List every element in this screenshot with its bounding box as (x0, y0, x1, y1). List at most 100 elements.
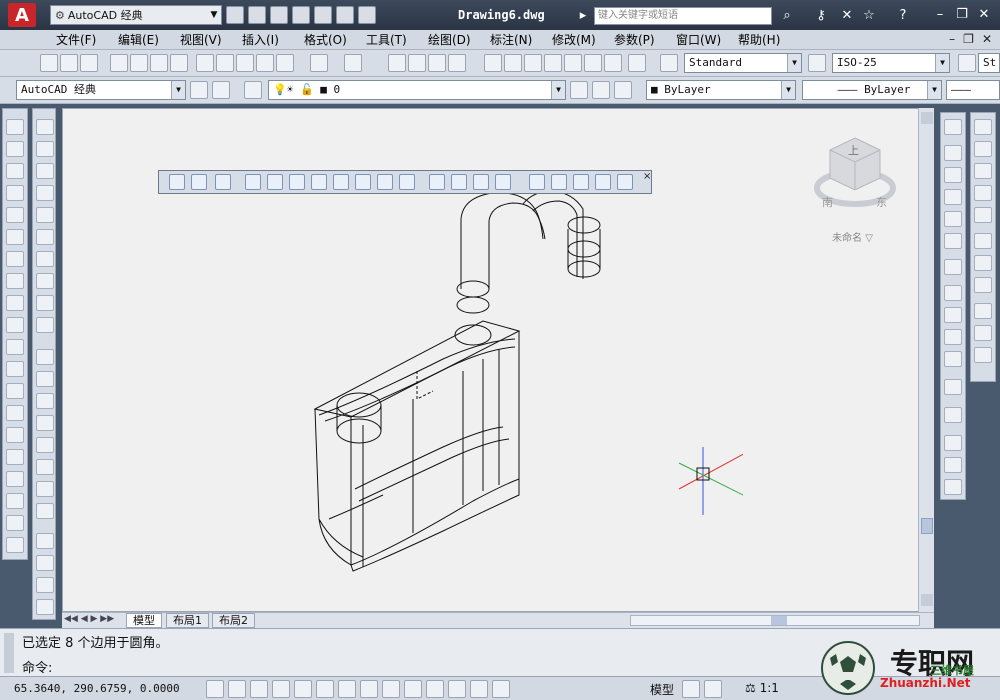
binoculars-icon[interactable]: ⌕ (778, 7, 796, 25)
viewcube[interactable]: 上 南 东 (810, 128, 900, 218)
search-toggle-icon[interactable]: ▸ (574, 7, 592, 25)
pyramid-icon[interactable] (36, 273, 54, 289)
3d-rotate-icon[interactable] (36, 555, 54, 571)
layer-state-icon[interactable] (614, 81, 632, 99)
doc-minimize-icon[interactable]: – (949, 32, 955, 46)
aligned-dim-icon[interactable] (974, 141, 992, 157)
polar-tracking-icon[interactable] (294, 680, 312, 698)
tab-layout2[interactable]: 布局2 (212, 613, 255, 628)
delete-faces-icon[interactable] (311, 174, 327, 190)
tool-palettes-icon[interactable] (524, 54, 542, 72)
text-style-select[interactable]: Standard ▼ (684, 53, 802, 73)
menu-dimension[interactable]: 标注(N) (490, 31, 552, 48)
extrude-faces-icon[interactable] (245, 174, 261, 190)
doc-restore-icon[interactable]: ❐ (963, 32, 974, 46)
help-search-input[interactable]: 键入关键字或短语 (594, 7, 772, 25)
zoom-previous-icon[interactable] (448, 54, 466, 72)
save-icon[interactable] (270, 6, 288, 24)
named-view-menu[interactable]: 未命名 ▽ (832, 229, 873, 244)
imprint-icon[interactable] (473, 174, 489, 190)
markup-icon[interactable] (564, 54, 582, 72)
application-menu-button[interactable]: A (0, 0, 44, 30)
match-properties-icon[interactable] (256, 54, 274, 72)
dynamic-input-icon[interactable] (404, 680, 422, 698)
separate-icon[interactable] (529, 174, 545, 190)
quick-view-layouts-icon[interactable] (682, 680, 700, 698)
quick-view-drawings-icon[interactable] (704, 680, 722, 698)
array-icon[interactable] (944, 211, 962, 227)
menu-insert[interactable]: 插入(I) (242, 31, 304, 48)
otrack-icon[interactable] (360, 680, 378, 698)
undo-icon[interactable] (314, 6, 332, 24)
region-icon[interactable] (6, 471, 24, 487)
rectangle-icon[interactable] (6, 207, 24, 223)
intersect-icon[interactable] (215, 174, 231, 190)
helix-icon[interactable] (36, 295, 54, 311)
grid-display-icon[interactable] (250, 680, 268, 698)
point-icon[interactable] (6, 405, 24, 421)
chamfer-icon[interactable] (944, 435, 962, 451)
menu-window[interactable]: 窗口(W) (676, 31, 738, 48)
design-center-icon[interactable] (504, 54, 522, 72)
restore-icon[interactable]: ❐ (952, 5, 972, 25)
rotate-icon[interactable] (944, 259, 962, 275)
fillet-icon[interactable] (944, 457, 962, 473)
layer-previous-icon[interactable] (592, 81, 610, 99)
transparency-icon[interactable] (448, 680, 466, 698)
break-icon[interactable] (944, 379, 962, 395)
cylinder-icon[interactable] (36, 229, 54, 245)
diameter-icon[interactable] (974, 255, 992, 271)
ellipse-arc-icon[interactable] (6, 339, 24, 355)
construction-line-icon[interactable] (6, 141, 24, 157)
copy-icon[interactable] (216, 54, 234, 72)
workspace-save-icon[interactable] (212, 81, 230, 99)
layer-select[interactable]: 💡☀ 🔓 ■ 0 ▼ (268, 80, 566, 100)
copy-edges-icon[interactable] (429, 174, 445, 190)
close-icon[interactable]: × (643, 171, 651, 182)
table-style-select[interactable]: St (978, 53, 1000, 73)
save-icon[interactable] (80, 54, 98, 72)
menu-file[interactable]: 文件(F) (56, 31, 118, 48)
radius-dim-icon[interactable] (974, 207, 992, 223)
planar-surface-icon[interactable] (36, 317, 54, 333)
union-icon[interactable] (36, 459, 54, 475)
offset-faces-icon[interactable] (289, 174, 305, 190)
subtract-icon[interactable] (36, 481, 54, 497)
pan-icon[interactable] (388, 54, 406, 72)
move-icon[interactable] (944, 233, 962, 249)
infer-constraints-icon[interactable] (206, 680, 224, 698)
save-as-icon[interactable] (292, 6, 310, 24)
3d-array-icon[interactable] (36, 599, 54, 615)
command-window-handle[interactable] (4, 633, 14, 673)
open-icon[interactable] (60, 54, 78, 72)
new-icon[interactable] (40, 54, 58, 72)
hatch-icon[interactable] (6, 427, 24, 443)
quickcalc-icon[interactable] (584, 54, 602, 72)
union-icon[interactable] (169, 174, 185, 190)
redo-icon[interactable] (336, 6, 354, 24)
menu-edit[interactable]: 编辑(E) (118, 31, 180, 48)
menu-modify[interactable]: 修改(M) (552, 31, 614, 48)
color-faces-icon[interactable] (399, 174, 415, 190)
menu-format[interactable]: 格式(O) (304, 31, 366, 48)
jogged-icon[interactable] (974, 233, 992, 249)
mtext-icon[interactable] (6, 515, 24, 531)
continue-icon[interactable] (974, 347, 992, 363)
workspace-select[interactable]: AutoCAD 经典 ▼ (16, 80, 186, 100)
extrude-icon[interactable] (36, 349, 54, 365)
dim-style-select[interactable]: ISO-25 ▼ (832, 53, 950, 73)
slice-icon[interactable] (595, 174, 611, 190)
menu-tools[interactable]: 工具(T) (366, 31, 428, 48)
tab-navigation-icon[interactable]: ◀◀ ◀ ▶ ▶▶ (64, 614, 122, 627)
scroll-thumb[interactable] (921, 518, 933, 534)
intersect-icon[interactable] (36, 503, 54, 519)
help-icon[interactable]: ? (894, 7, 912, 25)
3d-align-icon[interactable] (36, 577, 54, 593)
tab-layout1[interactable]: 布局1 (166, 613, 209, 628)
close-icon[interactable]: ✕ (974, 5, 994, 25)
angular-icon[interactable] (974, 277, 992, 293)
trim-icon[interactable] (944, 329, 962, 345)
help-icon[interactable] (628, 54, 646, 72)
spline-icon[interactable] (6, 295, 24, 311)
redo-icon[interactable] (344, 54, 362, 72)
